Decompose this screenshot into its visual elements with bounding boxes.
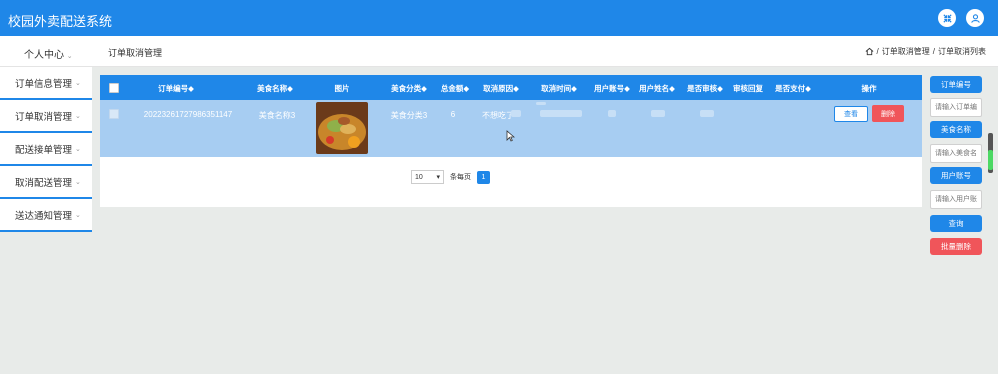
breadcrumb-separator: / [876, 47, 879, 56]
sidebar-item-label: 取消配送管理 [15, 177, 73, 189]
blurred-text [511, 110, 521, 117]
top-bar: 校园外卖配送系统 [0, 0, 998, 36]
breadcrumb-item[interactable]: 订单取消管理 [882, 46, 930, 57]
sidebar-item-label: 送达通知管理 [15, 210, 73, 222]
col-order-no[interactable]: 订单编号◆ [158, 83, 194, 94]
blurred-text [536, 102, 546, 105]
sidebar-item-label: 订单信息管理 [15, 78, 73, 90]
scrollbar-thumb[interactable] [988, 150, 993, 170]
user-account-label: 用户账号 [930, 167, 982, 184]
cell-user-name-blurred [651, 110, 665, 117]
cell-cancel-reason: 不想吃了 [482, 111, 514, 120]
arrows-collapse-icon [942, 13, 952, 23]
page-number-current[interactable]: 1 [477, 170, 490, 184]
col-image: 图片 [334, 84, 350, 93]
sidebar-item-delivery-accept[interactable]: 配送接单管理 ⌄ [0, 133, 92, 166]
chevron-down-icon: ⌄ [66, 53, 73, 60]
sub-header: 个人中心 ⌄ 订单取消管理 / 订单取消管理 / 订单取消列表 [0, 36, 998, 67]
breadcrumb: / 订单取消管理 / 订单取消列表 [865, 46, 986, 57]
per-page-label: 条每页 [450, 174, 471, 181]
cell-reviewed-blurred [700, 110, 714, 117]
batch-delete-button[interactable]: 批量删除 [930, 238, 982, 255]
col-paid[interactable]: 是否支付◆ [775, 83, 811, 94]
col-review-reply: 审核回复 [733, 84, 763, 93]
col-food-name[interactable]: 美食名称◆ [257, 83, 293, 94]
chevron-down-icon: ⌄ [75, 178, 81, 186]
order-no-label: 订单编号 [930, 76, 982, 93]
food-name-label: 美食名称 [930, 121, 982, 138]
col-user-name[interactable]: 用户姓名◆ [639, 83, 675, 94]
page-size-value: 10 [415, 173, 423, 181]
sidebar: 订单信息管理 ⌄ 订单取消管理 ⌄ 配送接单管理 ⌄ 取消配送管理 ⌄ 送达通知管理 ⌄ [0, 67, 92, 374]
col-reviewed[interactable]: 是否审核◆ [687, 83, 723, 94]
table-row[interactable]: 20223261727986351147 美食名称3 美食分类3 6 不想吃了 … [100, 100, 922, 157]
col-cancel-time[interactable]: 取消时间◆ [541, 83, 577, 94]
food-image [316, 102, 368, 154]
chevron-down-icon: ⌄ [75, 211, 81, 219]
user-menu-button[interactable] [966, 9, 984, 27]
page-title: 订单取消管理 [108, 48, 163, 58]
user-account-search-input[interactable] [930, 190, 982, 209]
page-size-select[interactable]: 10 ▾ [411, 170, 444, 184]
mouse-cursor-icon [506, 130, 515, 142]
col-category[interactable]: 美食分类◆ [391, 83, 427, 94]
user-center-label: 个人中心 [24, 50, 64, 61]
breadcrumb-item: 订单取消列表 [938, 47, 986, 56]
breadcrumb-separator: / [932, 47, 935, 56]
search-button[interactable]: 查询 [930, 215, 982, 232]
col-user-account[interactable]: 用户账号◆ [594, 83, 630, 94]
chevron-down-icon: ⌄ [75, 79, 81, 87]
app-title: 校园外卖配送系统 [8, 14, 113, 29]
fullscreen-button[interactable] [938, 9, 956, 27]
row-checkbox[interactable] [109, 109, 119, 119]
food-name-search-input[interactable] [930, 144, 982, 163]
chevron-down-icon: ⌄ [75, 145, 81, 153]
table-header: 订单编号◆ 美食名称◆ 图片 美食分类◆ 总金额◆ 取消原因◆ 取消时间◆ 用户… [100, 75, 922, 100]
user-icon [970, 13, 980, 23]
select-all-checkbox[interactable] [109, 83, 119, 93]
cell-food-name: 美食名称3 [258, 111, 296, 120]
order-no-search-input[interactable] [930, 98, 982, 117]
cell-order-no: 20223261727986351147 [143, 110, 233, 119]
view-button[interactable]: 查看 [834, 106, 868, 122]
cell-category: 美食分类3 [390, 111, 428, 120]
cell-amount: 6 [450, 110, 456, 119]
sidebar-item-order-cancel[interactable]: 订单取消管理 ⌄ [0, 100, 92, 133]
home-icon[interactable] [865, 47, 874, 56]
chevron-down-icon: ⌄ [75, 112, 81, 120]
user-center-menu[interactable]: 个人中心 ⌄ [24, 46, 73, 61]
pagination: 10 ▾ 条每页 1 [411, 170, 490, 184]
cell-user-account-blurred [608, 110, 616, 117]
cell-cancel-time-blurred [540, 110, 582, 117]
delete-button[interactable]: 删除 [872, 105, 904, 122]
sidebar-item-label: 配送接单管理 [15, 144, 73, 156]
col-amount[interactable]: 总金额◆ [441, 83, 469, 94]
col-cancel-reason[interactable]: 取消原因◆ [483, 83, 519, 94]
sidebar-item-label: 订单取消管理 [15, 111, 73, 123]
col-actions: 操作 [861, 84, 877, 93]
sidebar-item-delivery-cancel[interactable]: 取消配送管理 ⌄ [0, 166, 92, 199]
sidebar-item-order-info[interactable]: 订单信息管理 ⌄ [0, 67, 92, 100]
sidebar-item-delivery-notice[interactable]: 送达通知管理 ⌄ [0, 199, 92, 232]
chevron-down-icon: ▾ [436, 174, 440, 181]
